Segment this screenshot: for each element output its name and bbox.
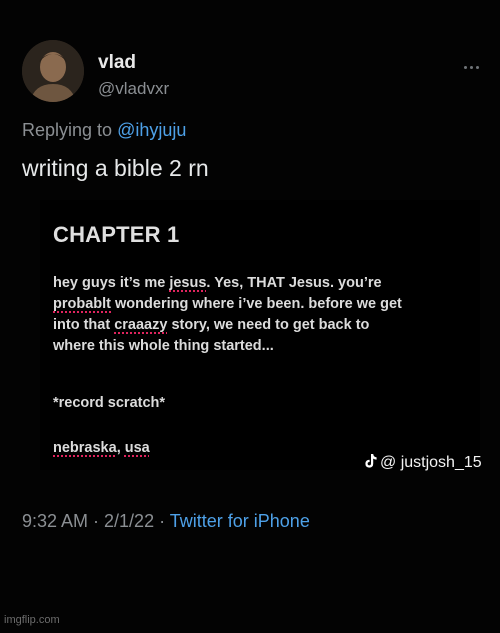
profile-photo-icon bbox=[22, 40, 84, 102]
tweet-source-link[interactable]: Twitter for iPhone bbox=[170, 511, 310, 531]
text-segment: into that bbox=[53, 317, 115, 333]
more-options-icon[interactable] bbox=[464, 56, 486, 69]
watermark-text: @ justjosh_15 bbox=[380, 454, 482, 471]
record-scratch-line: *record scratch* bbox=[53, 395, 166, 411]
replying-to: Replying to @ihyjuju bbox=[22, 120, 186, 141]
misspelled-word: probablt bbox=[53, 296, 111, 312]
chapter-paragraph: hey guys it’s me jesus. Yes, THAT Jesus.… bbox=[53, 273, 473, 357]
text-segment: story, we need to get back to bbox=[167, 317, 370, 333]
tiktok-icon bbox=[365, 454, 377, 468]
tweet-metadata: 9:32 AM · 2/1/22 · Twitter for iPhone bbox=[22, 511, 310, 532]
tweet-timestamp[interactable]: 9:32 AM · 2/1/22 · bbox=[22, 511, 170, 531]
paragraph-line: hey guys it’s me jesus. Yes, THAT Jesus.… bbox=[53, 273, 473, 294]
misspelled-word: craaazy bbox=[114, 317, 168, 333]
tweet-screenshot: vlad @vladvxr Replying to @ihyjuju writi… bbox=[0, 0, 500, 633]
tweet-image[interactable]: CHAPTER 1 hey guys it’s me jesus. Yes, T… bbox=[40, 200, 480, 470]
paragraph-line: where this whole thing started... bbox=[53, 336, 473, 357]
avatar[interactable] bbox=[22, 40, 84, 102]
paragraph-line: probablt wondering where i’ve been. befo… bbox=[53, 294, 473, 315]
replying-prefix: Replying to bbox=[22, 120, 113, 140]
chapter-heading: CHAPTER 1 bbox=[53, 222, 180, 247]
imgflip-watermark: imgflip.com bbox=[4, 614, 60, 626]
text-segment: hey guys it’s me bbox=[53, 275, 170, 291]
author-handle[interactable]: @vladvxr bbox=[98, 79, 169, 99]
author-display-name[interactable]: vlad bbox=[98, 52, 136, 74]
text-segment: wondering where i’ve been. before we get bbox=[111, 296, 402, 312]
misspelled-word: nebraska bbox=[53, 440, 117, 456]
misspelled-word: usa bbox=[124, 440, 150, 456]
text-segment: . Yes, THAT Jesus. you’re bbox=[206, 275, 382, 291]
tweet-text: writing a bible 2 rn bbox=[22, 155, 209, 181]
tiktok-watermark: @ justjosh_15 bbox=[364, 453, 482, 472]
text-segment: , bbox=[116, 440, 125, 456]
text-segment: where this whole thing started... bbox=[53, 338, 274, 354]
place-line: nebraska, usa bbox=[53, 440, 150, 456]
paragraph-line: into that craaazy story, we need to get … bbox=[53, 315, 473, 336]
reply-mention-link[interactable]: @ihyjuju bbox=[117, 120, 186, 140]
misspelled-word: jesus bbox=[169, 275, 207, 291]
